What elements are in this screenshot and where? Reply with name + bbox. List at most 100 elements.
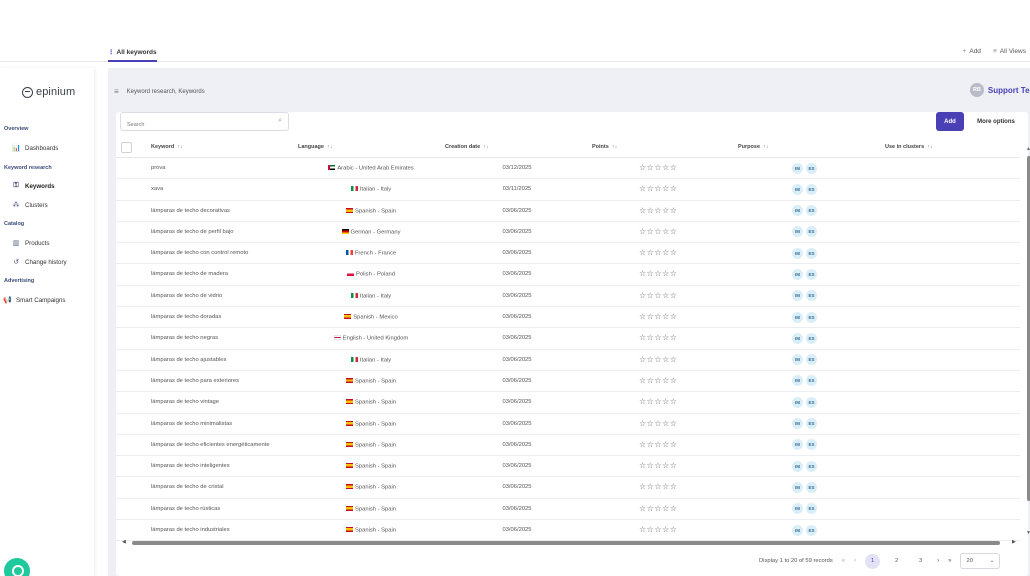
purpose-badge[interactable]: ES [806, 354, 817, 366]
purpose-badge[interactable]: IM [792, 332, 803, 344]
keyword-cell[interactable]: xava [151, 186, 163, 192]
star-rating[interactable]: ☆☆☆☆☆ [639, 355, 677, 364]
search-input[interactable] [121, 116, 261, 134]
star-rating[interactable]: ☆☆☆☆☆ [639, 419, 677, 428]
keyword-cell[interactable]: lámparas de techo decorativas [151, 208, 230, 214]
table-row[interactable]: lámparas de techo doradas Spanish - Mexic… [116, 307, 1020, 329]
table-row[interactable]: prova Arabic - United Arab Emirates 03/12/… [116, 158, 1020, 180]
star-rating[interactable]: ☆☆☆☆☆ [639, 312, 677, 321]
star-rating[interactable]: ☆☆☆☆☆ [639, 376, 677, 385]
keyword-cell[interactable]: lámparas de techo doradas [151, 314, 221, 320]
keyword-cell[interactable]: lámparas de techo de cristal [151, 484, 224, 490]
table-row[interactable]: lámparas de techo de vidrio Italian - Ita… [116, 286, 1020, 308]
purpose-badge[interactable]: IM [792, 396, 803, 408]
purpose-badge[interactable]: IM [792, 268, 803, 280]
purpose-badge[interactable]: IM [792, 418, 803, 430]
user-menu[interactable]: RB Support Tes [969, 83, 1030, 97]
purpose-badge[interactable]: ES [806, 524, 817, 536]
purpose-badge[interactable]: IM [792, 162, 803, 174]
table-row[interactable]: lámparas de techo ajustables Italian - It… [116, 350, 1020, 371]
star-rating[interactable]: ☆☆☆☆☆ [639, 440, 677, 449]
logo[interactable]: epinium [22, 86, 75, 98]
header-points[interactable]: Points ↑↓ [592, 144, 617, 150]
purpose-badge[interactable]: ES [806, 481, 817, 493]
header-keyword[interactable]: Keyword ↑↓ [151, 144, 183, 150]
keyword-cell[interactable]: lámparas de techo minimalistas [151, 421, 232, 427]
purpose-badge[interactable]: ES [806, 418, 817, 430]
keyword-cell[interactable]: lámparas de techo inteligentes [151, 463, 230, 469]
purpose-badge[interactable]: ES [806, 226, 817, 238]
page-2-button[interactable]: 2 [889, 554, 904, 569]
keyword-cell[interactable]: lámparas de techo de perfil bajo [151, 229, 234, 235]
page-3-button[interactable]: 3 [913, 554, 928, 569]
tab-all-keywords[interactable]: ⋮ All keywords [108, 48, 157, 62]
purpose-badge[interactable]: IM [792, 247, 803, 259]
star-rating[interactable]: ☆☆☆☆☆ [639, 248, 677, 257]
table-row[interactable]: lámparas de techo para exteriores Spanish… [116, 371, 1020, 393]
star-rating[interactable]: ☆☆☆☆☆ [639, 482, 677, 491]
table-row[interactable]: lámparas de techo negras English - United… [116, 328, 1020, 350]
purpose-badge[interactable]: ES [806, 332, 817, 344]
star-rating[interactable]: ☆☆☆☆☆ [639, 397, 677, 406]
vertical-scrollbar[interactable]: ▲ ▼ [1026, 146, 1030, 536]
header-creation-date[interactable]: Creation date ↑↓ [445, 144, 489, 150]
keyword-cell[interactable]: lámparas de techo de vidrio [151, 293, 222, 299]
table-row[interactable]: lámparas de techo de cristal Spanish - Sp… [116, 477, 1020, 499]
scroll-thumb-horizontal[interactable] [132, 541, 1000, 545]
star-rating[interactable]: ☆☆☆☆☆ [639, 227, 677, 236]
purpose-badge[interactable]: ES [806, 396, 817, 408]
add-keyword-button[interactable]: Add [936, 112, 964, 131]
prev-page-icon[interactable]: ‹ [854, 558, 856, 564]
purpose-badge[interactable]: IM [792, 503, 803, 515]
purpose-badge[interactable]: ES [806, 162, 817, 174]
purpose-badge[interactable]: IM [792, 524, 803, 536]
purpose-badge[interactable]: ES [806, 205, 817, 217]
keyword-cell[interactable]: lámparas de techo ajustables [151, 357, 226, 363]
sidebar-item-change-history[interactable]: ↺ Change history [12, 258, 67, 267]
purpose-badge[interactable]: IM [792, 354, 803, 366]
keyword-cell[interactable]: lámparas de techo de madera [151, 271, 228, 277]
more-options-button[interactable]: More options [970, 112, 1022, 131]
star-rating[interactable]: ☆☆☆☆☆ [639, 333, 677, 342]
horizontal-scrollbar[interactable]: ◀ ▶ [122, 539, 1026, 546]
purpose-badge[interactable]: ES [806, 311, 817, 323]
table-row[interactable]: lámparas de techo con control remoto Fren… [116, 243, 1020, 265]
last-page-icon[interactable]: » [948, 558, 951, 564]
sidebar-item-dashboards[interactable]: 📊 Dashboards [12, 144, 58, 153]
purpose-badge[interactable]: IM [792, 439, 803, 451]
scroll-up-icon[interactable]: ▲ [1026, 146, 1030, 152]
purpose-badge[interactable]: ES [806, 268, 817, 280]
header-language[interactable]: Language ↑↓ [298, 144, 332, 150]
header-purpose[interactable]: Purpose ↑↓ [738, 144, 769, 150]
star-rating[interactable]: ☆☆☆☆☆ [639, 269, 677, 278]
star-rating[interactable]: ☆☆☆☆☆ [639, 291, 677, 300]
page-size-select[interactable]: 20 ⌄ [960, 553, 1001, 569]
purpose-badge[interactable]: IM [792, 311, 803, 323]
table-row[interactable]: lámparas de techo rústicas Spanish - Spai… [116, 499, 1020, 521]
star-rating[interactable]: ☆☆☆☆☆ [639, 163, 677, 172]
keyword-cell[interactable]: lámparas de techo con control remoto [151, 250, 248, 256]
star-rating[interactable]: ☆☆☆☆☆ [639, 461, 677, 470]
purpose-badge[interactable]: ES [806, 375, 817, 387]
keyword-cell[interactable]: lámparas de techo negras [151, 335, 218, 341]
add-view-button[interactable]: + Add [963, 48, 981, 55]
table-row[interactable]: lámparas de techo industriales Spanish - … [116, 520, 1020, 542]
star-rating[interactable]: ☆☆☆☆☆ [639, 525, 677, 534]
star-rating[interactable]: ☆☆☆☆☆ [639, 504, 677, 513]
purpose-badge[interactable]: IM [792, 183, 803, 195]
table-row[interactable]: lámparas de techo vintage Spanish - Spain… [116, 392, 1020, 414]
purpose-badge[interactable]: IM [792, 460, 803, 472]
first-page-icon[interactable]: « [842, 558, 845, 564]
menu-toggle-icon[interactable]: ≡ [114, 87, 119, 96]
keyword-cell[interactable]: lámparas de techo eficientes energéticam… [151, 442, 270, 448]
purpose-badge[interactable]: ES [806, 503, 817, 515]
page-1-button[interactable]: 1 [865, 553, 881, 569]
table-row[interactable]: lámparas de techo de madera Polish - Pola… [116, 264, 1020, 286]
purpose-badge[interactable]: ES [806, 290, 817, 302]
scroll-down-icon[interactable]: ▼ [1026, 530, 1030, 536]
scroll-left-icon[interactable]: ◀ [122, 539, 126, 545]
table-row[interactable]: xava Italian - Italy 03/11/2025 ☆☆☆☆☆ IM ES [116, 179, 1020, 201]
sidebar-item-clusters[interactable]: ⁂ Clusters [12, 201, 48, 210]
keyword-cell[interactable]: lámparas de techo para exteriores [151, 378, 239, 384]
sidebar-item-products[interactable]: ▥ Products [12, 239, 50, 248]
